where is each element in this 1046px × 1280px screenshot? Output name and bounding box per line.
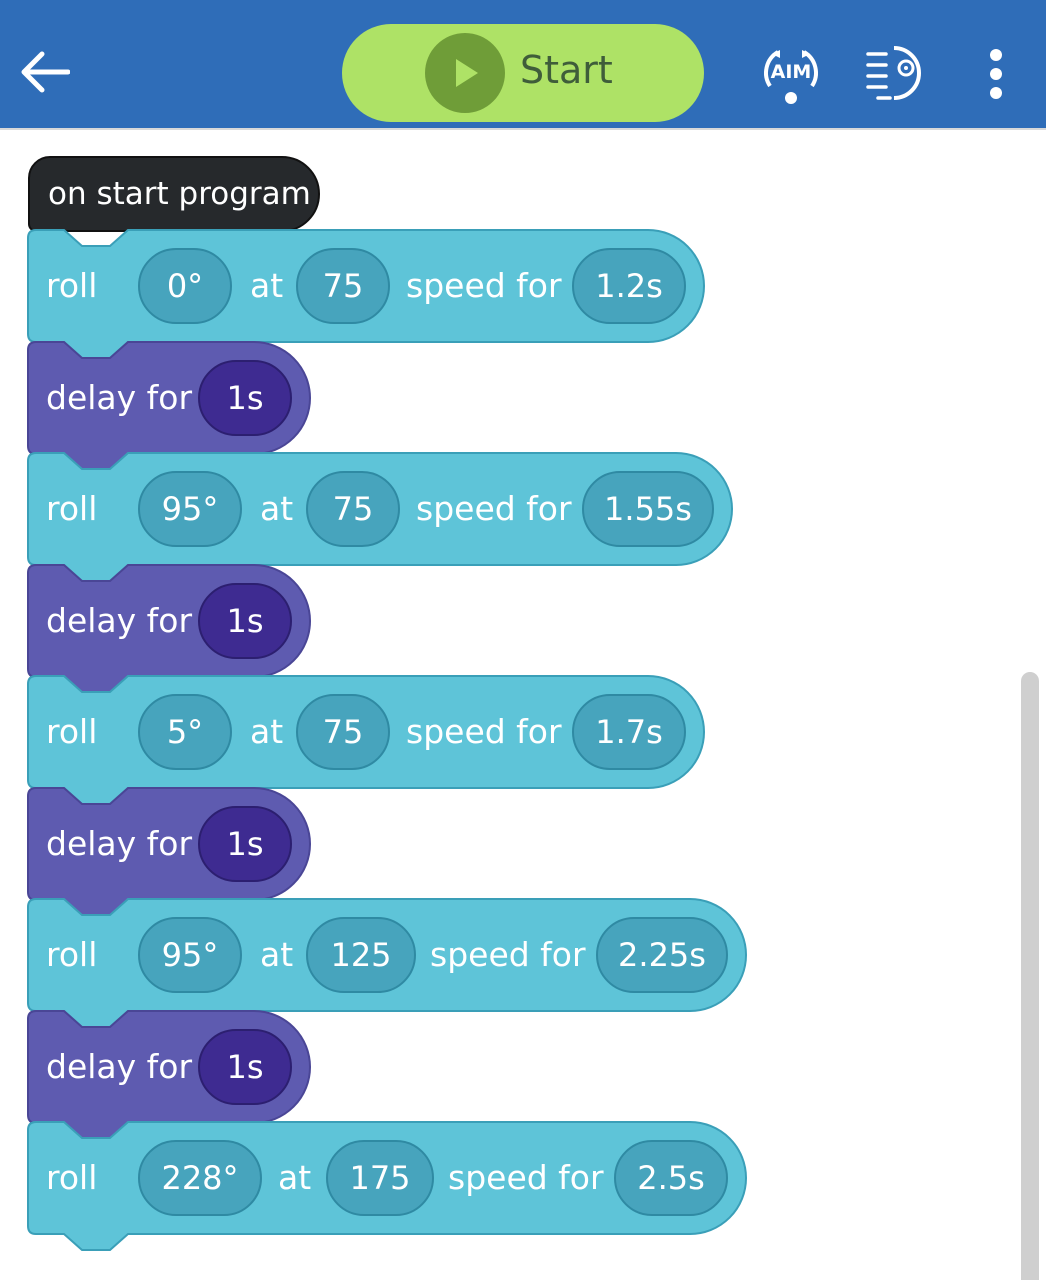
roll-label: roll xyxy=(46,935,98,974)
delay-block[interactable]: delay for 1s xyxy=(27,341,311,471)
more-options-button[interactable] xyxy=(974,40,1018,106)
drive-button[interactable] xyxy=(862,40,928,106)
more-vertical-icon xyxy=(990,49,1002,99)
delay-label: delay for xyxy=(46,378,193,417)
delay-label: delay for xyxy=(46,1047,193,1086)
back-arrow-icon xyxy=(21,51,70,93)
delay-duration-input[interactable]: 1s xyxy=(198,806,292,882)
speed-input[interactable]: 175 xyxy=(326,1140,434,1216)
speed-input[interactable]: 75 xyxy=(296,248,390,324)
speed-for-label: speed for xyxy=(448,1158,604,1197)
vertical-scrollbar[interactable] xyxy=(1021,672,1039,1280)
speed-input[interactable]: 75 xyxy=(296,694,390,770)
delay-block[interactable]: delay for 1s xyxy=(27,1010,311,1140)
aim-icon: AIM xyxy=(764,50,818,104)
at-label: at xyxy=(250,266,284,305)
duration-input[interactable]: 1.7s xyxy=(572,694,686,770)
roll-label: roll xyxy=(46,712,98,751)
roll-label: roll xyxy=(46,266,98,305)
heading-input[interactable]: 95° xyxy=(138,471,242,547)
roll-label: roll xyxy=(46,489,98,528)
at-label: at xyxy=(250,712,284,751)
duration-input[interactable]: 1.2s xyxy=(572,248,686,324)
roll-block[interactable]: roll at speed for 5° 75 1.7s xyxy=(27,675,705,805)
start-label: Start xyxy=(520,48,613,92)
drive-icon xyxy=(866,46,921,100)
heading-input[interactable]: 0° xyxy=(138,248,232,324)
at-label: at xyxy=(260,935,294,974)
duration-input[interactable]: 1.55s xyxy=(582,471,714,547)
heading-input[interactable]: 228° xyxy=(138,1140,262,1216)
at-label: at xyxy=(278,1158,312,1197)
duration-input[interactable]: 2.5s xyxy=(614,1140,728,1216)
delay-block[interactable]: delay for 1s xyxy=(27,564,311,694)
on-start-hat-block[interactable]: on start program xyxy=(28,156,320,232)
roll-label: roll xyxy=(46,1158,98,1197)
roll-block[interactable]: roll at speed for 95° 75 1.55s xyxy=(27,452,733,582)
delay-block[interactable]: delay for 1s xyxy=(27,787,311,917)
delay-duration-input[interactable]: 1s xyxy=(198,1029,292,1105)
speed-for-label: speed for xyxy=(416,489,572,528)
duration-input[interactable]: 2.25s xyxy=(596,917,728,993)
speed-for-label: speed for xyxy=(430,935,586,974)
roll-block[interactable]: roll at speed for 95° 125 2.25s xyxy=(27,898,747,1028)
at-label: at xyxy=(260,489,294,528)
speed-input[interactable]: 75 xyxy=(306,471,400,547)
delay-duration-input[interactable]: 1s xyxy=(198,360,292,436)
roll-block[interactable]: roll at speed for 228° 175 2.5s xyxy=(27,1121,747,1251)
heading-input[interactable]: 95° xyxy=(138,917,242,993)
speed-input[interactable]: 125 xyxy=(306,917,416,993)
heading-input[interactable]: 5° xyxy=(138,694,232,770)
top-toolbar: Start AIM xyxy=(0,0,1046,128)
canvas-divider xyxy=(0,128,1046,130)
aim-label: AIM xyxy=(771,61,812,83)
delay-duration-input[interactable]: 1s xyxy=(198,583,292,659)
delay-label: delay for xyxy=(46,601,193,640)
back-button[interactable] xyxy=(12,40,76,104)
roll-block[interactable]: roll at speed for 0° 75 1.2s xyxy=(27,229,705,359)
speed-for-label: speed for xyxy=(406,712,562,751)
delay-label: delay for xyxy=(46,824,193,863)
start-button[interactable]: Start xyxy=(342,24,704,122)
aim-button[interactable]: AIM xyxy=(758,40,824,106)
play-icon xyxy=(425,33,505,113)
hat-block-label: on start program xyxy=(48,176,311,212)
speed-for-label: speed for xyxy=(406,266,562,305)
